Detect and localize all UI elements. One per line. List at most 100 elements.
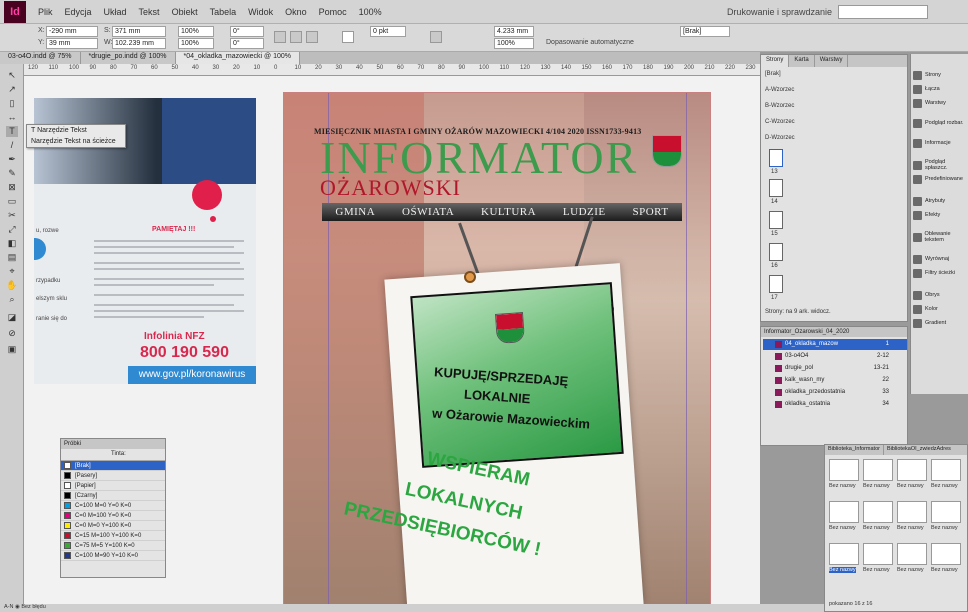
pencil-tool-icon[interactable]: ✎ <box>6 168 18 179</box>
rotate-cw-icon[interactable] <box>274 31 286 43</box>
menu-obiekt[interactable]: Obiekt <box>166 7 204 17</box>
dock-podglad-rozbar[interactable]: Podgląd rozbar. <box>913 116 968 130</box>
width-field[interactable]: 371 mm <box>112 26 166 37</box>
transform-tool-icon[interactable]: ⤢ <box>6 224 18 235</box>
menu-plik[interactable]: Plik <box>32 7 59 17</box>
menu-uklad[interactable]: Układ <box>98 7 133 17</box>
dock-wyrownaj[interactable]: Wyrównaj <box>913 252 968 266</box>
view-mode-icon[interactable]: ▣ <box>6 344 18 355</box>
fill-swatch-icon[interactable] <box>342 31 354 43</box>
dock-oblewanie-tekstem[interactable]: Oblewanie tekstem <box>913 230 968 244</box>
fit-width-field[interactable]: 4.233 mm <box>494 26 534 37</box>
tab-doc-2[interactable]: *drugie_po.indd @ 100% <box>80 52 176 64</box>
swatch-row[interactable]: C=100 M=0 Y=0 K=0 <box>61 501 165 511</box>
swatch-row[interactable]: C=0 M=100 Y=0 K=0 <box>61 511 165 521</box>
note-tool-icon[interactable]: ▤ <box>6 252 18 263</box>
dock-strony[interactable]: Strony <box>913 68 968 82</box>
dock-warstwy[interactable]: Warstwy <box>913 96 968 110</box>
direct-selection-tool-icon[interactable]: ↗ <box>6 84 18 95</box>
master-page[interactable]: A-Wzorzec <box>765 87 794 93</box>
eyedropper-tool-icon[interactable]: ⌖ <box>6 266 18 277</box>
page-thumbnail[interactable] <box>769 149 783 167</box>
menu-widok[interactable]: Widok <box>242 7 279 17</box>
rectangle-frame-tool-icon[interactable]: ⊠ <box>6 182 18 193</box>
book-row[interactable]: okladka_ostatnia 34 <box>763 399 907 410</box>
dock-podglad-splaszcz[interactable]: Podgląd spłaszcz. <box>913 158 968 172</box>
master-page[interactable]: C-Wzorzec <box>765 119 795 125</box>
y-field[interactable]: 39 mm <box>46 38 98 49</box>
line-tool-icon[interactable]: / <box>6 140 18 151</box>
dock-predefiniowane[interactable]: Predefiniowane <box>913 172 968 186</box>
tab-doc-1[interactable]: 03-o4O.indd @ 75% <box>0 52 81 64</box>
hand-tool-icon[interactable]: ✋ <box>6 280 18 291</box>
apply-none-icon[interactable]: ⊘ <box>6 328 18 339</box>
scissors-tool-icon[interactable]: ✂ <box>6 210 18 221</box>
master-page[interactable]: B-Wzorzec <box>765 103 794 109</box>
book-row[interactable]: drugie_pol 13-21 <box>763 363 907 374</box>
book-row[interactable]: 04_okladka_mazow 1 <box>763 339 907 350</box>
flyout-type-on-path-tool[interactable]: Narzędzie Tekst na ścieżce <box>27 136 125 147</box>
tab-doc-3[interactable]: *04_okladka_mazowiecki @ 100% <box>175 52 300 64</box>
flyout-type-tool[interactable]: T Narzędzie Tekst <box>27 125 125 136</box>
autofit-checkbox-label[interactable]: Dopasowanie automatyczne <box>546 39 634 46</box>
book-row[interactable]: okladka_przedostatnia 33 <box>763 387 907 398</box>
swatch-row[interactable]: [Pasery] <box>61 471 165 481</box>
book-row[interactable]: kalk_wasn_my 22 <box>763 375 907 386</box>
dock-gradient[interactable]: Gradient <box>913 316 968 330</box>
menu-tekst[interactable]: Tekst <box>133 7 166 17</box>
text-wrap-icon[interactable] <box>430 31 442 43</box>
dock-filtry-sciezki[interactable]: Filtry ścieżki <box>913 266 968 280</box>
master-page[interactable]: D-Wzorzec <box>765 135 795 141</box>
scale-x-field[interactable]: 100% <box>178 26 214 37</box>
dock-efekty[interactable]: Efekty <box>913 208 968 222</box>
search-input[interactable] <box>838 4 928 19</box>
flip-horizontal-icon[interactable] <box>290 31 302 43</box>
height-field[interactable]: 102.239 mm <box>112 38 166 49</box>
object-style-select[interactable]: [Brak] <box>680 26 730 37</box>
gradient-tool-icon[interactable]: ◧ <box>6 238 18 249</box>
menu-okno[interactable]: Okno <box>279 7 313 17</box>
swatch-row[interactable]: C=0 M=0 Y=100 K=0 <box>61 521 165 531</box>
page-thumbnail[interactable] <box>769 243 783 261</box>
master-page[interactable]: [Brak] <box>765 71 781 77</box>
shear-field[interactable]: 0° <box>230 38 264 49</box>
page-thumbnail[interactable] <box>769 275 783 293</box>
zoom-tool-icon[interactable]: ⌕ <box>6 294 18 305</box>
x-field[interactable]: -290 mm <box>46 26 98 37</box>
dock-lacza[interactable]: Łącza <box>913 82 968 96</box>
swatch-row[interactable]: C=75 M=5 Y=100 K=0 <box>61 541 165 551</box>
scale-y-field[interactable]: 100% <box>178 38 214 49</box>
page-tool-icon[interactable]: ▯ <box>6 98 18 109</box>
menu-tabela[interactable]: Tabela <box>204 7 243 17</box>
tab-library-1[interactable]: Biblioteka_Informator <box>825 445 884 455</box>
type-tool-icon[interactable]: T <box>6 126 18 137</box>
zoom-level[interactable]: 100% <box>353 7 388 17</box>
dock-atrybuty[interactable]: Atrybuty <box>913 194 968 208</box>
dock-kolor[interactable]: Kolor <box>913 302 968 316</box>
swatch-row[interactable]: C=100 M=90 Y=10 K=0 <box>61 551 165 561</box>
menu-pomoc[interactable]: Pomoc <box>313 7 353 17</box>
selection-tool-icon[interactable]: ↖ <box>6 70 18 81</box>
gap-tool-icon[interactable]: ↔ <box>6 112 18 123</box>
rotate-field[interactable]: 0° <box>230 26 264 37</box>
select-container-icon[interactable] <box>306 31 318 43</box>
cover-page[interactable]: MIESIĘCZNIK MIASTA I GMINY OŻARÓW MAZOWI… <box>283 92 711 612</box>
tab-library-2[interactable]: BibliotekaOI_zwiedzAdres <box>884 445 954 455</box>
swatch-row[interactable]: [Brak] <box>61 461 165 471</box>
tab-karta[interactable]: Karta <box>789 55 815 67</box>
pen-tool-icon[interactable]: ✒ <box>6 154 18 165</box>
dock-obrys[interactable]: Obrys <box>913 288 968 302</box>
page-thumbnail[interactable] <box>769 211 783 229</box>
menu-edycja[interactable]: Edycja <box>59 7 98 17</box>
swatch-row[interactable]: [Czarny] <box>61 491 165 501</box>
page-thumbnail[interactable] <box>769 179 783 197</box>
swatch-row[interactable]: C=15 M=100 Y=100 K=0 <box>61 531 165 541</box>
dock-informacje[interactable]: Informacje <box>913 136 968 150</box>
book-row[interactable]: 03-o4O4 2-12 <box>763 351 907 362</box>
tab-warstwy[interactable]: Warstwy <box>815 55 849 67</box>
swatch-row[interactable]: [Papier] <box>61 481 165 491</box>
fill-stroke-icon[interactable]: ◪ <box>6 312 18 323</box>
rectangle-tool-icon[interactable]: ▭ <box>6 196 18 207</box>
tab-strony[interactable]: Strony <box>761 55 790 67</box>
fit-percent-field[interactable]: 100% <box>494 38 534 49</box>
